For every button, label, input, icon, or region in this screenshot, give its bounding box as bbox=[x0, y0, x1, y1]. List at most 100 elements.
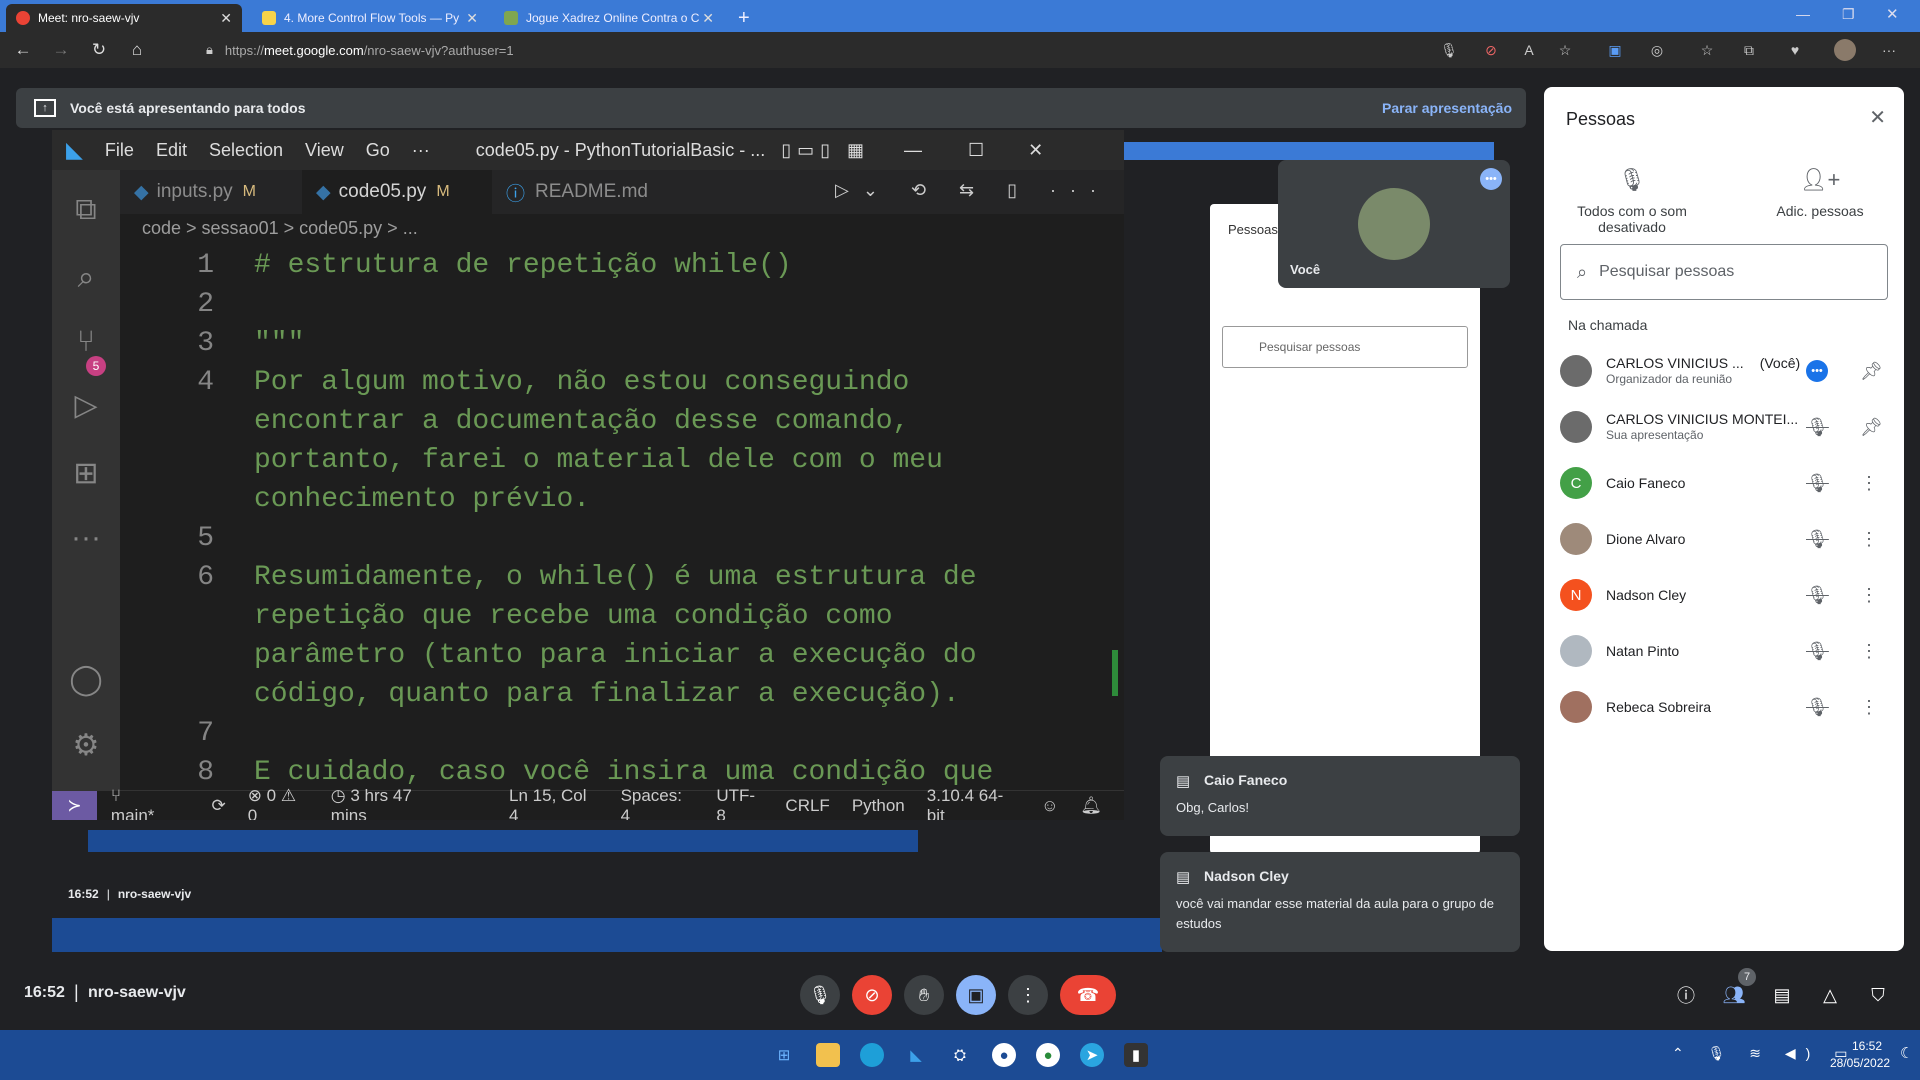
stop-presenting-button[interactable]: Parar apresentação bbox=[1382, 100, 1512, 116]
code-line[interactable]: encontrar a documentação desse comando, bbox=[254, 402, 909, 441]
add-people-button[interactable]: 👤︎+ Adic. pessoas bbox=[1750, 167, 1890, 219]
explorer-icon[interactable]: ⧉ bbox=[66, 190, 106, 230]
microphone-icon[interactable]: 🎙︎ bbox=[1440, 41, 1458, 59]
mic-off-icon[interactable]: 🎙︎ bbox=[1806, 417, 1829, 438]
interpreter[interactable]: 3.10.4 64-bit bbox=[927, 786, 1019, 821]
collections-icon[interactable]: ⧉ bbox=[1740, 41, 1758, 59]
layout-toggle-icons[interactable]: ▯▭▯ ▦ bbox=[781, 140, 870, 161]
chat-icon[interactable]: ▤ bbox=[1762, 975, 1802, 1015]
close-icon[interactable]: ✕ bbox=[1028, 140, 1043, 161]
more-options-icon[interactable]: ⋮ bbox=[1860, 697, 1878, 718]
participant-row[interactable]: C Caio Faneco 🎙︎ ⋮ bbox=[1560, 463, 1890, 503]
editor-actions[interactable]: ▷⌄ ⟲ ⇆ ▯ ··· bbox=[835, 180, 1110, 201]
more-options-icon[interactable]: ⋮ bbox=[1860, 473, 1878, 494]
code-line[interactable]: # estrutura de repetição while() bbox=[254, 246, 792, 285]
notifications-icon[interactable]: ☾ bbox=[1900, 1044, 1913, 1062]
speaking-indicator-icon[interactable]: ••• bbox=[1806, 360, 1828, 382]
mic-off-icon[interactable]: 🎙︎ bbox=[1806, 641, 1829, 662]
new-tab-button[interactable]: + bbox=[728, 4, 760, 32]
participant-row[interactable]: CARLOS VINICIUS ... (Você) Organizador da … bbox=[1560, 351, 1890, 391]
code-line[interactable]: portanto, farei o material dele com o me… bbox=[254, 441, 943, 480]
code-line[interactable]: Resumidamente, o while() é uma estrutura… bbox=[254, 558, 977, 597]
activities-icon[interactable]: △ bbox=[1810, 975, 1850, 1015]
participant-row[interactable]: Dione Alvaro 🎙︎ ⋮ bbox=[1560, 519, 1890, 559]
profile-avatar[interactable] bbox=[1834, 39, 1856, 61]
pin-icon[interactable]: 📌︎ bbox=[1860, 361, 1883, 382]
participant-row[interactable]: Natan Pinto 🎙︎ ⋮ bbox=[1560, 631, 1890, 671]
edge-icon[interactable] bbox=[860, 1043, 884, 1067]
raise-hand-button[interactable]: ✋︎ bbox=[904, 975, 944, 1015]
windows-start-icon[interactable]: ⊞ bbox=[772, 1043, 796, 1067]
address-bar[interactable]: 🔒︎ https://meet.google.com/nro-saew-vjv?… bbox=[190, 36, 1570, 64]
microphone-button[interactable]: 🎙︎ bbox=[800, 975, 840, 1015]
read-aloud-icon[interactable]: A bbox=[1520, 41, 1538, 59]
participant-row[interactable]: N Nadson Cley 🎙︎ ⋮ bbox=[1560, 575, 1890, 615]
minimize-window-icon[interactable]: — bbox=[1796, 6, 1810, 22]
forward-arrow-icon[interactable]: → bbox=[46, 35, 76, 65]
file-explorer-icon[interactable] bbox=[816, 1043, 840, 1067]
browser-tab-python-docs[interactable]: 4. More Control Flow Tools — Py ✕ bbox=[252, 4, 488, 32]
more-menu-icon[interactable]: ··· bbox=[1880, 41, 1898, 59]
chat-notification[interactable]: ▤ Caio Faneco Obg, Carlos! bbox=[1160, 756, 1520, 836]
code-line[interactable]: Por algum motivo, não estou conseguindo bbox=[254, 363, 909, 402]
clock-date[interactable]: 28/05/2022 bbox=[1830, 1056, 1890, 1070]
app-circle-icon[interactable]: ● bbox=[992, 1043, 1016, 1067]
extensions-icon[interactable]: ⊞ bbox=[66, 454, 106, 494]
host-controls-icon[interactable]: ⛉ bbox=[1858, 975, 1898, 1015]
tab-code05[interactable]: ◆ code05.py M bbox=[302, 170, 492, 214]
back-arrow-icon[interactable]: ← bbox=[8, 35, 38, 65]
self-video-tile[interactable]: Você ••• bbox=[1278, 160, 1510, 288]
tab-readme[interactable]: ⓘ README.md bbox=[492, 170, 662, 214]
feedback-icon[interactable]: ☺ bbox=[1041, 796, 1058, 816]
camera-blocked-icon[interactable]: ⊘ bbox=[1482, 41, 1500, 59]
eol[interactable]: CRLF bbox=[785, 796, 829, 816]
menu-view[interactable]: View bbox=[305, 140, 344, 161]
favorites-icon[interactable]: ☆ bbox=[1698, 41, 1716, 59]
run-debug-icon[interactable]: ▷ bbox=[66, 386, 106, 426]
code-line[interactable]: parâmetro (tanto para iniciar a execução… bbox=[254, 636, 977, 675]
menu-edit[interactable]: Edit bbox=[156, 140, 187, 161]
sync-icon[interactable]: ⟳ bbox=[211, 796, 225, 816]
restore-window-icon[interactable]: ❐ bbox=[1842, 6, 1855, 23]
minimize-icon[interactable]: — bbox=[904, 140, 922, 161]
leave-call-button[interactable]: ☎︎ bbox=[1060, 975, 1116, 1015]
more-options-icon[interactable]: ⋮ bbox=[1860, 585, 1878, 606]
home-icon[interactable]: ⌂ bbox=[122, 35, 152, 65]
camera-off-button[interactable]: ⊘ bbox=[852, 975, 892, 1015]
more-options-icon[interactable]: ⋮ bbox=[1860, 641, 1878, 662]
indentation[interactable]: Spaces: 4 bbox=[621, 786, 695, 821]
close-tab-icon[interactable]: ✕ bbox=[220, 10, 232, 27]
more-icon[interactable]: ··· bbox=[66, 518, 106, 558]
menu-file[interactable]: File bbox=[105, 140, 134, 161]
cursor-position[interactable]: Ln 15, Col 4 bbox=[509, 786, 599, 821]
browser-tab-chess[interactable]: Jogue Xadrez Online Contra o C ✕ bbox=[494, 4, 724, 32]
clock-time[interactable]: 16:52 bbox=[1852, 1039, 1882, 1053]
code-editor[interactable]: 1 # estrutura de repetição while() 2 3 """ 4 P… bbox=[120, 246, 1124, 790]
settings-gear-icon[interactable]: ⚙ bbox=[66, 726, 106, 766]
menu-go[interactable]: Go bbox=[366, 140, 390, 161]
favorite-star-icon[interactable]: ☆ bbox=[1556, 41, 1574, 59]
mic-off-icon[interactable]: 🎙︎ bbox=[1806, 585, 1829, 606]
code-line[interactable]: conhecimento prévio. bbox=[254, 480, 590, 519]
close-panel-icon[interactable]: ✕ bbox=[1869, 105, 1886, 130]
code-line[interactable]: repetição que recebe uma condição como bbox=[254, 597, 893, 636]
mic-off-icon[interactable]: 🎙︎ bbox=[1806, 473, 1829, 494]
terminal-icon[interactable]: ▮ bbox=[1124, 1043, 1148, 1067]
present-button[interactable]: ▣ bbox=[956, 975, 996, 1015]
extension-glasses-icon[interactable]: ◎ bbox=[1648, 41, 1666, 59]
close-tab-icon[interactable]: ✕ bbox=[466, 10, 478, 27]
mic-off-icon[interactable]: 🎙︎ bbox=[1806, 529, 1829, 550]
participant-row[interactable]: Rebeca Sobreira 🎙︎ ⋮ bbox=[1560, 687, 1890, 727]
maximize-icon[interactable]: ☐ bbox=[968, 140, 984, 161]
menu-selection[interactable]: Selection bbox=[209, 140, 283, 161]
menu-more[interactable]: ··· bbox=[412, 140, 430, 161]
mic-off-icon[interactable]: 🎙︎ bbox=[1806, 697, 1829, 718]
participant-row[interactable]: CARLOS VINICIUS MONTEI... Sua apresentaçã… bbox=[1560, 407, 1890, 447]
code-line[interactable]: """ bbox=[254, 324, 304, 363]
pin-icon[interactable]: 📌︎ bbox=[1860, 417, 1883, 438]
close-tab-icon[interactable]: ✕ bbox=[702, 10, 714, 27]
more-options-button[interactable]: ⋮ bbox=[1008, 975, 1048, 1015]
chat-notification[interactable]: ▤ Nadson Cley você vai mandar esse mater… bbox=[1160, 852, 1520, 952]
encoding[interactable]: UTF-8 bbox=[716, 786, 763, 821]
reload-icon[interactable]: ↻ bbox=[84, 35, 114, 65]
